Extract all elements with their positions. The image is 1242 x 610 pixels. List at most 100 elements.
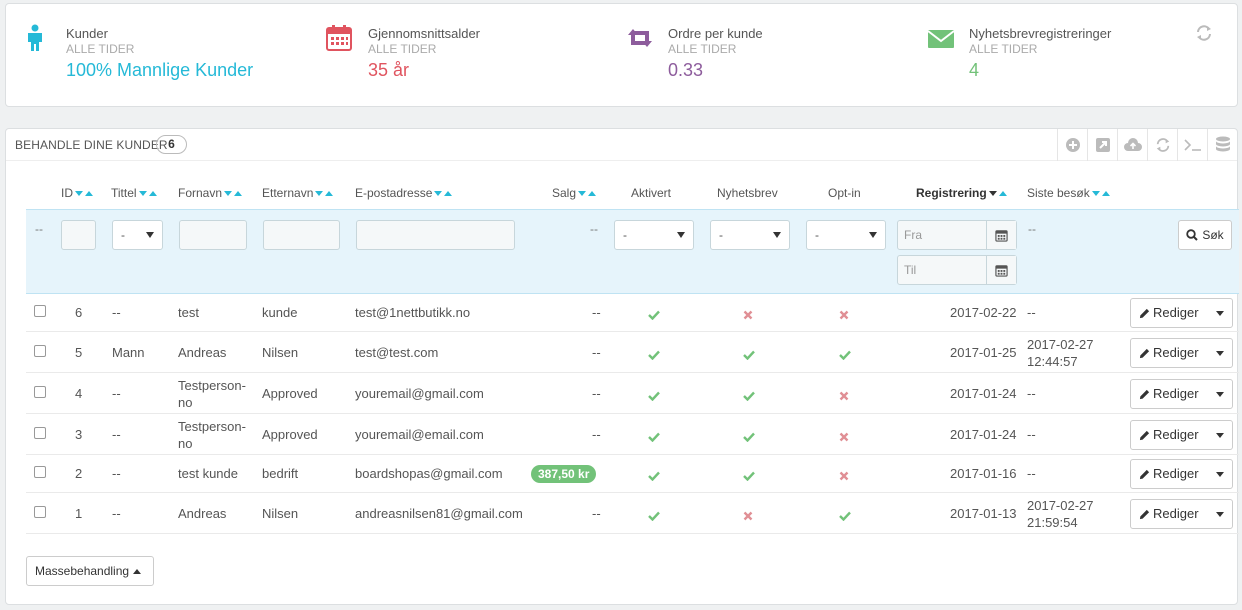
filter-optin-select[interactable]: - bbox=[806, 220, 886, 250]
customer-count-badge: 6 bbox=[156, 135, 187, 154]
filter-firstname-input[interactable] bbox=[179, 220, 247, 250]
table-row[interactable]: 4 -- Testperson-no Approved youremail@gmail.… bbox=[26, 373, 1239, 414]
cell-email: boardshopas@gmail.com bbox=[355, 466, 503, 481]
filter-email-input[interactable] bbox=[356, 220, 515, 250]
check-icon[interactable] bbox=[743, 429, 755, 446]
filter-lastname-input[interactable] bbox=[263, 220, 340, 250]
kpi-value: 0.33 bbox=[668, 60, 704, 80]
check-icon[interactable] bbox=[648, 429, 660, 446]
column-header-sales[interactable]: Salg bbox=[552, 186, 597, 201]
cross-icon[interactable] bbox=[743, 307, 753, 324]
export-icon[interactable] bbox=[1087, 129, 1117, 161]
cell-id: 2 bbox=[75, 466, 83, 481]
edit-button[interactable]: Rediger bbox=[1130, 459, 1233, 489]
caret-down-icon[interactable] bbox=[1216, 433, 1224, 438]
check-icon[interactable] bbox=[648, 388, 660, 405]
column-header-email[interactable]: E-postadresse bbox=[355, 186, 453, 201]
check-icon[interactable] bbox=[743, 468, 755, 485]
cell-registration: 2017-01-24 bbox=[950, 427, 1017, 442]
terminal-icon[interactable] bbox=[1177, 129, 1207, 161]
check-icon[interactable] bbox=[743, 388, 755, 405]
cross-icon[interactable] bbox=[839, 468, 849, 485]
check-icon[interactable] bbox=[743, 347, 755, 364]
edit-button[interactable]: Rediger bbox=[1130, 338, 1233, 368]
sort-icon[interactable] bbox=[578, 187, 597, 201]
edit-button[interactable]: Rediger bbox=[1130, 379, 1233, 409]
cross-icon[interactable] bbox=[839, 307, 849, 324]
table-row[interactable]: 3 -- Testperson-no Approved youremail@email.… bbox=[26, 414, 1239, 455]
column-header-last-visit[interactable]: Siste besøk bbox=[1027, 186, 1110, 201]
filter-newsletter-select[interactable]: - bbox=[710, 220, 790, 250]
filter-title-select[interactable]: - bbox=[112, 220, 163, 250]
cell-lastname: Nilsen bbox=[262, 506, 299, 521]
column-header-firstname[interactable]: Fornavn bbox=[178, 186, 243, 201]
filter-date-from-input[interactable]: Fra bbox=[897, 220, 1017, 250]
sort-icon[interactable] bbox=[75, 187, 93, 201]
check-icon[interactable] bbox=[648, 347, 660, 364]
bulk-actions-button[interactable]: Massebehandling bbox=[26, 556, 154, 586]
sort-icon[interactable] bbox=[1091, 187, 1110, 201]
pencil-icon bbox=[1139, 388, 1150, 403]
retweet-icon bbox=[626, 24, 654, 52]
cell-title: Mann bbox=[112, 345, 145, 360]
column-header-id[interactable]: ID bbox=[61, 186, 93, 201]
cell-email: youremail@gmail.com bbox=[355, 386, 484, 401]
table-row[interactable]: 1 -- Andreas Nilsen andreasnilsen81@gmail.co… bbox=[26, 493, 1239, 534]
sort-icon[interactable] bbox=[315, 187, 334, 201]
table-row[interactable]: 6 -- test kunde test@1nettbutikk.no -- 2017-02… bbox=[26, 294, 1239, 332]
cell-lastname: Nilsen bbox=[262, 345, 299, 360]
caret-down-icon[interactable] bbox=[1216, 392, 1224, 397]
filter-active-select[interactable]: - bbox=[614, 220, 694, 250]
kpi-title: Ordre per kunde bbox=[668, 26, 763, 41]
cross-icon[interactable] bbox=[839, 429, 849, 446]
sort-icon[interactable] bbox=[138, 187, 157, 201]
refresh-icon[interactable] bbox=[1195, 24, 1213, 42]
kpi-title: Gjennomsnittsalder bbox=[368, 26, 480, 41]
cell-firstname: Andreas bbox=[178, 345, 227, 360]
sort-icon[interactable] bbox=[988, 187, 1007, 201]
cross-icon[interactable] bbox=[839, 388, 849, 405]
calendar-icon[interactable] bbox=[986, 221, 1016, 249]
check-icon[interactable] bbox=[839, 508, 851, 525]
edit-button[interactable]: Rediger bbox=[1130, 298, 1233, 328]
row-checkbox[interactable] bbox=[34, 345, 46, 357]
edit-button[interactable]: Rediger bbox=[1130, 420, 1233, 450]
refresh-list-icon[interactable] bbox=[1147, 129, 1177, 161]
row-checkbox[interactable] bbox=[34, 427, 46, 439]
filter-id-input[interactable] bbox=[61, 220, 96, 250]
row-checkbox[interactable] bbox=[34, 506, 46, 518]
table-row[interactable]: 5 Mann Andreas Nilsen test@test.com -- 2017-01… bbox=[26, 332, 1239, 373]
check-icon[interactable] bbox=[648, 468, 660, 485]
check-icon[interactable] bbox=[648, 508, 660, 525]
search-button[interactable]: Søk bbox=[1178, 220, 1232, 250]
table-row[interactable]: 2 -- test kunde bedrift boardshopas@gmail.co… bbox=[26, 455, 1239, 493]
cell-email: test@1nettbutikk.no bbox=[355, 305, 471, 320]
caret-down-icon[interactable] bbox=[1216, 512, 1224, 517]
cross-icon[interactable] bbox=[743, 508, 753, 525]
column-header-lastname[interactable]: Etternavn bbox=[262, 186, 334, 201]
sort-icon[interactable] bbox=[224, 187, 243, 201]
database-icon[interactable] bbox=[1207, 129, 1237, 161]
check-icon[interactable] bbox=[648, 307, 660, 324]
filter-date-to-input[interactable]: Til bbox=[897, 255, 1017, 285]
calendar-icon[interactable] bbox=[986, 256, 1016, 284]
add-new-icon[interactable] bbox=[1057, 129, 1087, 161]
edit-button[interactable]: Rediger bbox=[1130, 499, 1233, 529]
caret-down-icon[interactable] bbox=[1216, 472, 1224, 477]
cell-sales: -- bbox=[592, 305, 601, 320]
cell-firstname: test bbox=[178, 305, 199, 320]
cloud-upload-icon[interactable] bbox=[1117, 129, 1147, 161]
cell-title: -- bbox=[112, 427, 121, 442]
row-checkbox[interactable] bbox=[34, 305, 46, 317]
column-header-registration[interactable]: Registrering bbox=[916, 186, 1007, 201]
row-checkbox[interactable] bbox=[34, 466, 46, 478]
caret-down-icon[interactable] bbox=[1216, 311, 1224, 316]
check-icon[interactable] bbox=[839, 347, 851, 364]
row-checkbox[interactable] bbox=[34, 386, 46, 398]
column-header-title[interactable]: Tittel bbox=[111, 186, 157, 201]
cell-title: -- bbox=[112, 386, 121, 401]
cell-registration: 2017-01-24 bbox=[950, 386, 1017, 401]
sort-icon[interactable] bbox=[434, 187, 453, 201]
filter-placeholder: -- bbox=[35, 222, 43, 236]
caret-down-icon[interactable] bbox=[1216, 351, 1224, 356]
